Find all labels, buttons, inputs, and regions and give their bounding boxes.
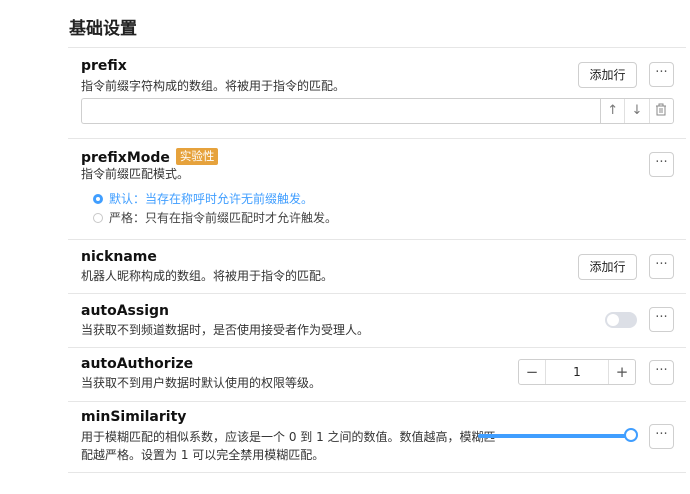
- setting-min-similarity: minSimilarity 用于模糊匹配的相似系数，应该是一个 0 到 1 之间…: [68, 402, 686, 473]
- experimental-badge: 实验性: [175, 148, 219, 165]
- setting-description: 当获取不到频道数据时，是否使用接受者作为受理人。: [81, 323, 370, 337]
- setting-name: prefix: [81, 58, 127, 74]
- more-options-button[interactable]: ···: [649, 254, 674, 279]
- arrow-down-icon[interactable]: ↓: [624, 99, 648, 123]
- setting-name-text: prefixMode: [81, 150, 170, 166]
- setting-description: 机器人昵称构成的数组。将被用于指令的匹配。: [81, 269, 334, 283]
- trash-icon[interactable]: [648, 99, 673, 123]
- arrow-up-icon[interactable]: ↑: [601, 99, 624, 123]
- setting-name: minSimilarity: [81, 409, 187, 425]
- radio-label: 严格：只有在指令前缀匹配时才允许触发。: [109, 211, 338, 225]
- setting-name: autoAuthorize: [81, 356, 194, 372]
- more-options-button[interactable]: ···: [649, 360, 674, 385]
- setting-description-line-1: 用于模糊匹配的相似系数，应该是一个 0 到 1 之间的数值。数值越高，模糊匹: [81, 430, 496, 444]
- setting-name: nickname: [81, 249, 157, 265]
- authority-value-input[interactable]: 1: [545, 360, 609, 384]
- decrement-button[interactable]: −: [519, 360, 545, 384]
- setting-name: prefixMode 实验性: [81, 148, 219, 166]
- more-options-button[interactable]: ···: [649, 152, 674, 177]
- auto-assign-toggle[interactable]: [605, 312, 637, 328]
- radio-option-strict[interactable]: 严格：只有在指令前缀匹配时才允许触发。: [93, 210, 337, 226]
- radio-unchecked-icon: [93, 213, 103, 223]
- toggle-knob: [607, 314, 619, 326]
- more-options-button[interactable]: ···: [649, 307, 674, 332]
- setting-prefix: prefix 指令前缀字符构成的数组。将被用于指令的匹配。 添加行 ··· ↑ …: [68, 48, 686, 139]
- add-row-button[interactable]: 添加行: [578, 254, 637, 280]
- slider-track-fill: [478, 434, 631, 438]
- authority-stepper: − 1 +: [518, 359, 636, 385]
- radio-option-default[interactable]: 默认：当存在称呼时允许无前缀触发。: [93, 191, 313, 207]
- setting-auto-assign: autoAssign 当获取不到频道数据时，是否使用接受者作为受理人。 ···: [68, 294, 686, 348]
- prefix-input[interactable]: [81, 98, 600, 124]
- increment-button[interactable]: +: [609, 360, 635, 384]
- add-row-button[interactable]: 添加行: [578, 62, 637, 88]
- row-actions: ↑ ↓: [600, 98, 674, 124]
- setting-auto-authorize: autoAuthorize 当获取不到用户数据时默认使用的权限等级。 − 1 +…: [68, 348, 686, 402]
- setting-description-line-2: 配越严格。设置为 1 可以完全禁用模糊匹配。: [81, 448, 325, 462]
- setting-name: autoAssign: [81, 303, 170, 319]
- page-title: 基础设置: [69, 19, 137, 39]
- setting-prefix-mode: prefixMode 实验性 指令前缀匹配模式。 ··· 默认：当存在称呼时允许无…: [68, 139, 686, 240]
- more-options-button[interactable]: ···: [649, 424, 674, 449]
- slider-thumb[interactable]: [624, 428, 638, 442]
- similarity-slider[interactable]: [478, 428, 638, 443]
- radio-label: 默认：当存在称呼时允许无前缀触发。: [109, 192, 314, 206]
- setting-description: 指令前缀字符构成的数组。将被用于指令的匹配。: [81, 79, 346, 93]
- setting-description: 当获取不到用户数据时默认使用的权限等级。: [81, 376, 322, 390]
- setting-nickname: nickname 机器人昵称构成的数组。将被用于指令的匹配。 添加行 ···: [68, 240, 686, 294]
- setting-description: 指令前缀匹配模式。: [81, 167, 190, 181]
- radio-checked-icon: [93, 194, 103, 204]
- more-options-button[interactable]: ···: [649, 62, 674, 87]
